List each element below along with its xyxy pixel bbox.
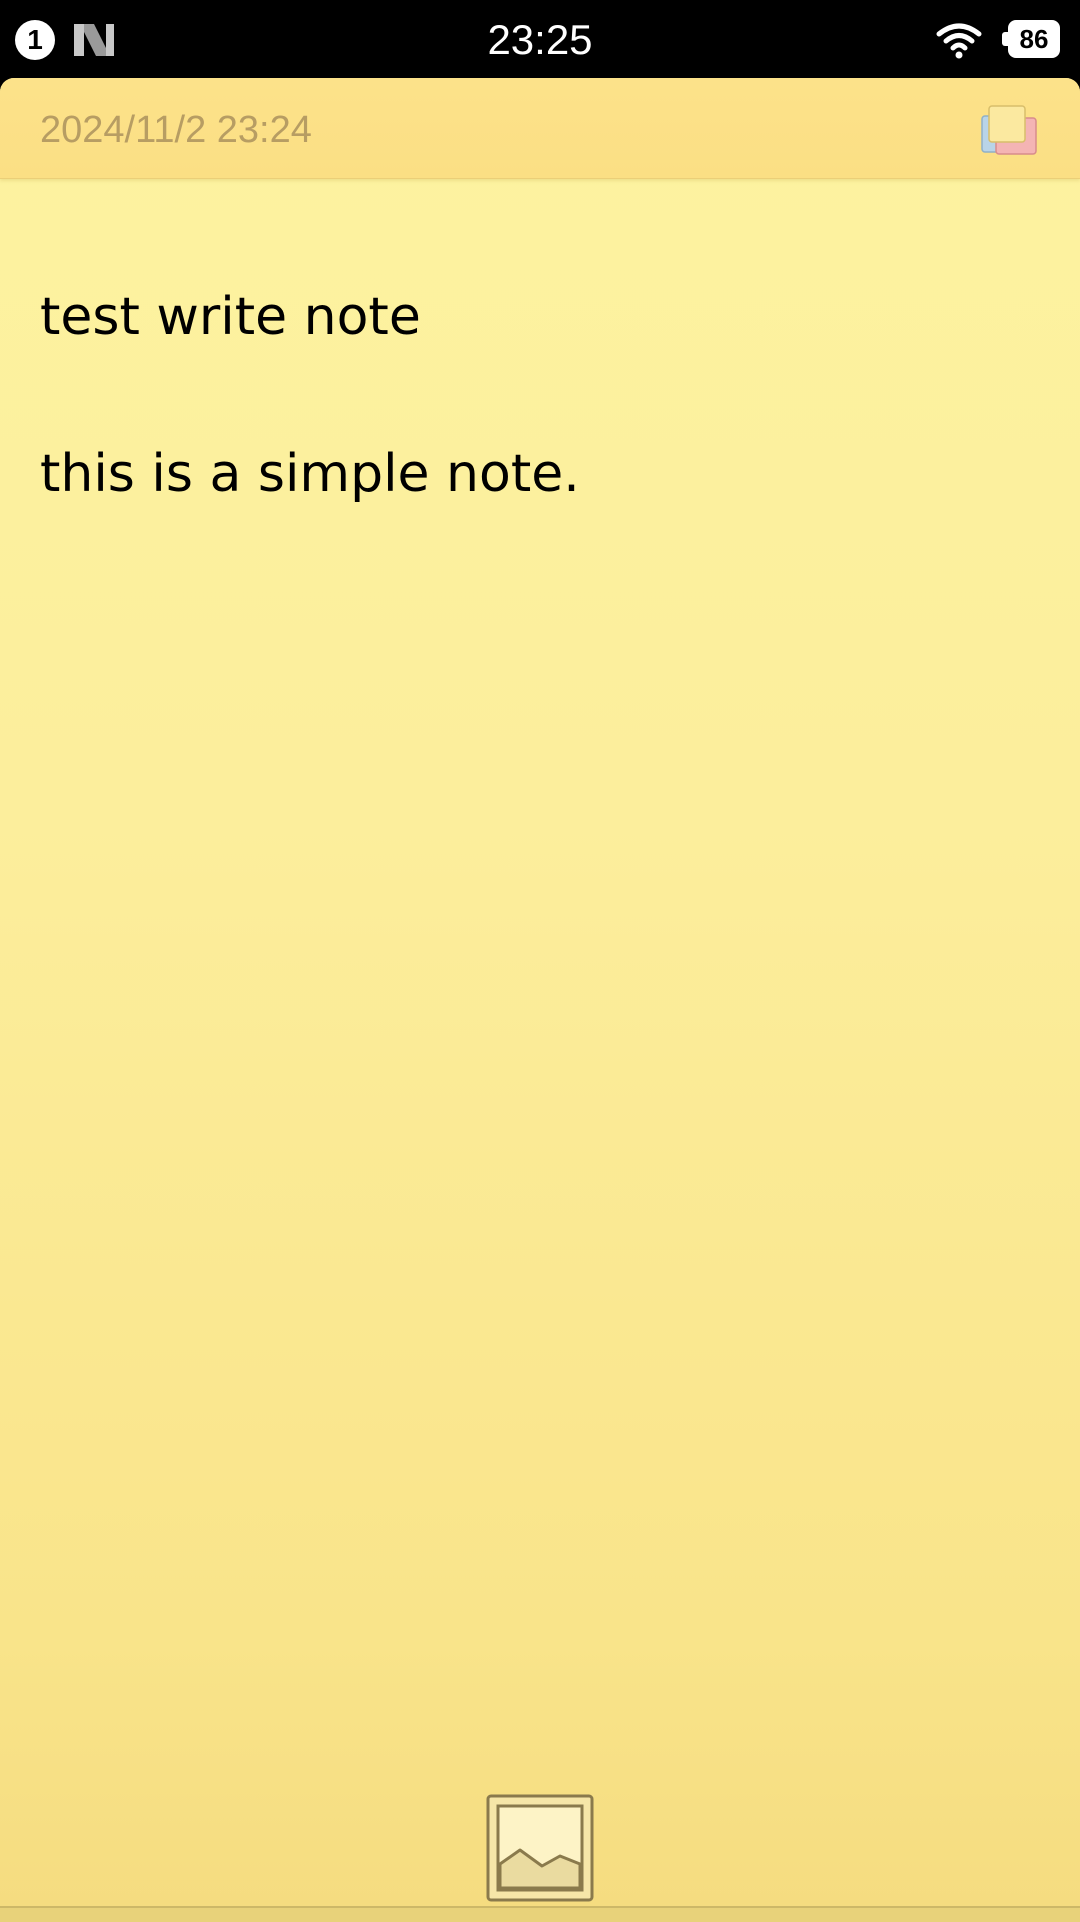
note-date: 2024/11/2 23:24 (40, 109, 312, 151)
image-icon[interactable] (486, 1794, 594, 1902)
battery-level: 86 (1019, 24, 1049, 54)
note-line-title: test write note (40, 287, 421, 347)
note-line-body: this is a simple note. (40, 444, 580, 504)
clock: 23:25 (487, 16, 593, 63)
note-header: 2024/11/2 23:24 (0, 78, 1080, 179)
note-body[interactable]: test write note this is a simple note. (40, 287, 1040, 505)
note-line-blank (40, 348, 1040, 443)
status-bar: 1 23:25 86 (0, 0, 1080, 78)
sticky-note: 2024/11/2 23:24 test write note this is … (0, 78, 1080, 1912)
copy-notes-icon[interactable] (978, 102, 1040, 158)
battery-indicator: 86 (1002, 20, 1060, 58)
wifi-icon (936, 23, 982, 59)
